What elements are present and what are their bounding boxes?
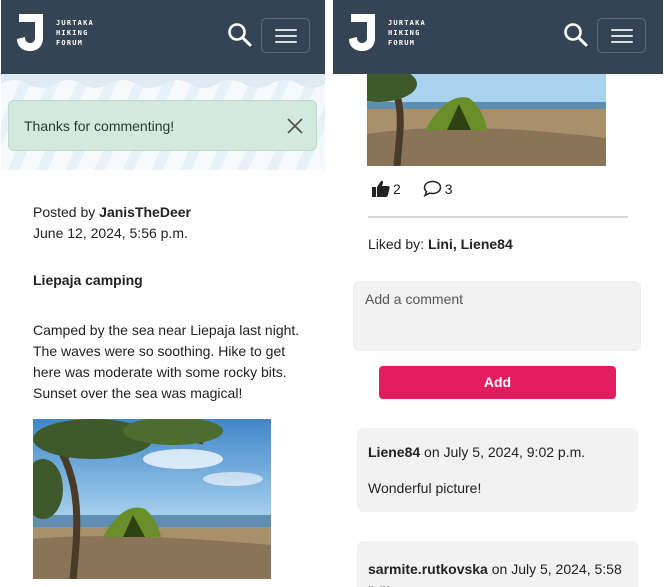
- post-card: Posted by JanisTheDeer June 12, 2024, 5:…: [1, 170, 325, 587]
- comment-header: Liene84 on July 5, 2024, 9:02 p.m.: [368, 444, 585, 460]
- brand-line-2: HIKING: [56, 29, 89, 37]
- comment-text: Wonderful picture!: [368, 480, 482, 496]
- comment-item: sarmite.rutkovska on July 5, 2024, 5:58 …: [357, 541, 638, 587]
- brand-line-1: JURTAKA: [388, 19, 426, 27]
- success-alert: Thanks for commenting!: [8, 100, 317, 151]
- add-comment-button[interactable]: Add: [379, 366, 616, 399]
- comment-textarea[interactable]: Add a comment: [353, 281, 641, 351]
- post-date: June 12, 2024, 5:56 p.m.: [33, 225, 188, 241]
- brand-line-3: FORUM: [388, 39, 416, 47]
- speech-bubble-icon: [423, 180, 442, 197]
- liked-by-users: Lini, Liene84: [427, 236, 513, 252]
- brand-logo-icon[interactable]: [345, 12, 379, 52]
- thumbs-up-icon: [372, 180, 390, 197]
- close-icon[interactable]: [286, 117, 304, 135]
- navbar: JURTAKA HIKING FORUM: [333, 0, 663, 74]
- post-image: [33, 419, 271, 579]
- post-detail-card: 2 3 Liked by: Lini, Liene84 Add a commen…: [333, 74, 663, 587]
- alert-message: Thanks for commenting!: [24, 118, 175, 134]
- post-body: Camped by the sea near Liepaja last nigh…: [33, 322, 300, 401]
- post-stats: 2 3: [372, 180, 475, 197]
- comment-author[interactable]: Liene84: [368, 444, 420, 460]
- brand-line-1: JURTAKA: [56, 19, 94, 27]
- post-image: [367, 74, 606, 166]
- search-icon[interactable]: [227, 22, 253, 48]
- liked-by: Liked by: Lini, Liene84: [368, 236, 513, 252]
- posted-by-label: Posted by: [33, 204, 96, 220]
- left-screen: JURTAKA HIKING FORUM Thanks for commenti…: [1, 0, 325, 587]
- navbar: JURTAKA HIKING FORUM: [1, 0, 325, 74]
- comment-placeholder: Add a comment: [365, 291, 464, 307]
- like-count: 2: [393, 180, 401, 197]
- navbar-wave-decoration: [1, 74, 325, 88]
- comment-count: 3: [444, 180, 453, 197]
- post-title: Liepaja camping: [33, 272, 143, 288]
- post-meta: Posted by JanisTheDeer June 12, 2024, 5:…: [33, 202, 191, 244]
- comment-on: on: [491, 561, 508, 577]
- comment-header: sarmite.rutkovska on July 5, 2024, 5:58 …: [368, 559, 628, 587]
- liked-by-label: Liked by:: [368, 236, 425, 252]
- comments-link[interactable]: 3: [423, 180, 453, 197]
- menu-toggle-button[interactable]: [261, 18, 310, 53]
- comment-on: on: [424, 444, 440, 460]
- search-icon[interactable]: [563, 22, 589, 48]
- comment-author[interactable]: sarmite.rutkovska: [368, 561, 488, 577]
- divider: [368, 216, 628, 218]
- brand-name[interactable]: JURTAKA HIKING FORUM: [56, 18, 94, 48]
- brand-line-3: FORUM: [56, 39, 84, 47]
- comment-date: July 5, 2024, 9:02 p.m.: [443, 444, 586, 460]
- like-button[interactable]: 2: [372, 180, 401, 197]
- brand-name[interactable]: JURTAKA HIKING FORUM: [388, 18, 426, 48]
- brand-line-2: HIKING: [388, 29, 421, 37]
- brand-logo-icon[interactable]: [13, 12, 47, 52]
- post-author[interactable]: JanisTheDeer: [99, 204, 191, 220]
- right-screen: 2 3 Liked by: Lini, Liene84 Add a commen…: [333, 0, 663, 587]
- comment-item: Liene84 on July 5, 2024, 9:02 p.m. Wonde…: [357, 428, 638, 512]
- menu-toggle-button[interactable]: [597, 18, 646, 53]
